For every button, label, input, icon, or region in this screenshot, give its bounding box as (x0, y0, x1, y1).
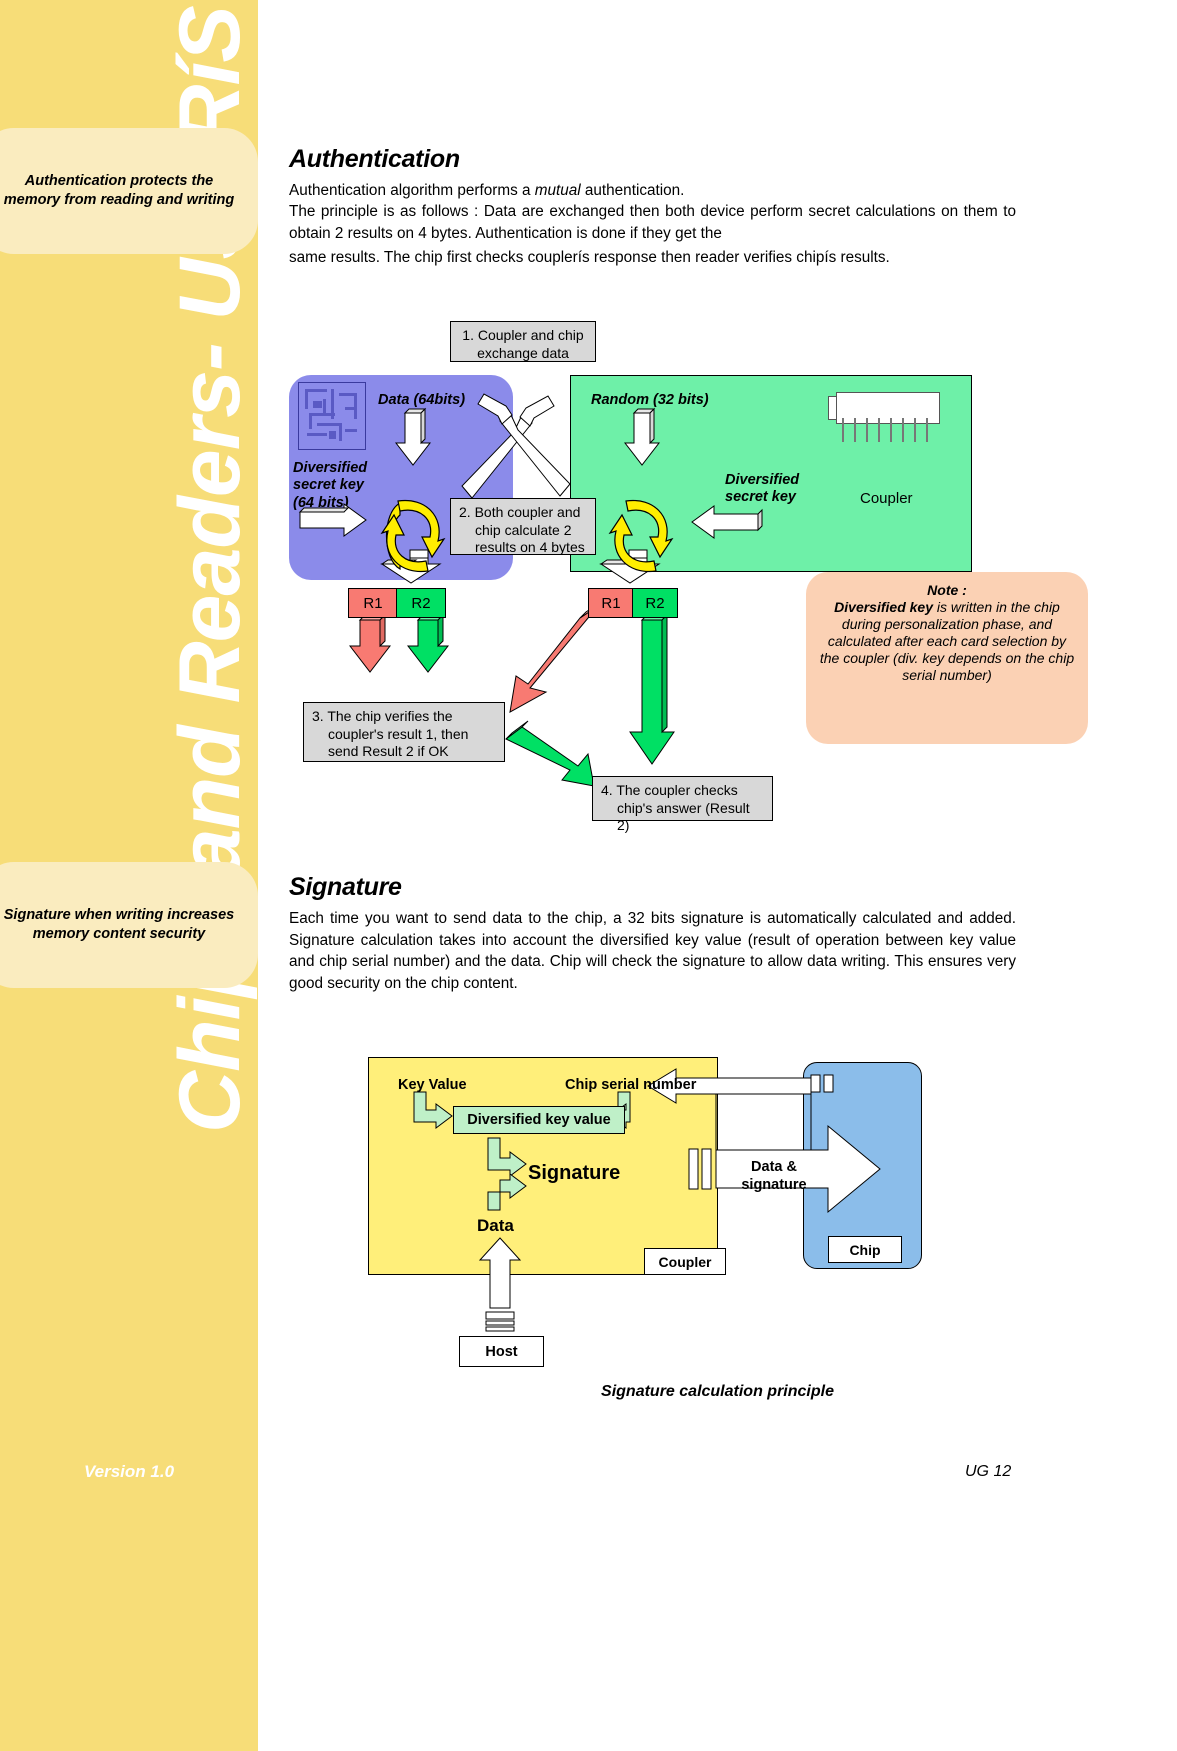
paragraph-auth-3: same results. The chip first checks coup… (289, 249, 890, 266)
signature-diagram-caption: Signature calculation principle (601, 1383, 834, 1400)
paragraph-signature: Each time you want to send data to the c… (289, 910, 1016, 993)
heading-authentication: Authentication (289, 145, 460, 173)
arrow-coupler-r2-down (629, 613, 675, 765)
note-box: Note : Diversified key is written in the… (806, 572, 1088, 744)
callout-signature: Signature when writing increases memory … (0, 862, 258, 988)
coupler-result-2-box: R2 (632, 588, 678, 618)
label-data-and-signature-l1: Data & (751, 1159, 797, 1175)
step-4-callout-text: 4. The coupler checks chip's answer (Res… (601, 782, 750, 833)
chip-result-2-box: R2 (396, 588, 446, 618)
label-data: Data (477, 1216, 514, 1235)
diversified-key-value-box: Diversified key value (453, 1106, 625, 1134)
paragraph-auth-1-post: authentication. (580, 182, 685, 199)
callout-authentication-text: Authentication protects the memory from … (3, 172, 235, 208)
heading-signature: Signature (289, 873, 402, 901)
callout-authentication: Authentication protects the memory from … (0, 128, 258, 254)
arrow-divkey-coupler-left (691, 505, 763, 539)
arrow-chip-result-to-coupler (505, 720, 595, 787)
arrow-signature-curve-lower (487, 1173, 527, 1211)
label-data-and-signature: Data & signature (726, 1158, 822, 1194)
signature-coupler-label: Coupler (644, 1248, 726, 1275)
authentication-diagram: Data (64bits) Random (32 bits) Diversifi… (258, 300, 1177, 845)
footer-version: Version 1.0 (83, 1462, 175, 1481)
cycle-arrow-chip (380, 499, 446, 573)
label-key-value: Key Value (398, 1077, 467, 1093)
arrow-chip-r1-down (348, 613, 392, 673)
arrow-exchange-cross (461, 393, 571, 499)
sidebar: Chips and Readers- USERíS GUIDE Authenti… (0, 0, 258, 1751)
step-4-callout: 4. The coupler checks chip's answer (Res… (592, 776, 773, 833)
paragraph-auth-1-emphasis: mutual (534, 182, 581, 199)
coupler-result-1-box: R1 (588, 588, 634, 618)
label-signature: Signature (528, 1162, 621, 1184)
label-data-and-signature-l2: signature (741, 1177, 807, 1194)
paragraph-auth-2: The principle is as follows : Data are e… (289, 203, 1016, 242)
main-content: Authentication Authentication algorithm … (258, 0, 1177, 1751)
label-chip-serial-number: Chip serial number (565, 1077, 697, 1093)
chip-result-1-box: R1 (348, 588, 398, 618)
step-3-callout: 3. The chip verifies the coupler's resul… (303, 702, 505, 762)
arrow-signature-curve-upper (487, 1137, 527, 1177)
signature-chip-label: Chip (828, 1236, 902, 1263)
step-3-callout-text: 3. The chip verifies the coupler's resul… (312, 708, 469, 759)
signature-host-box: Host (459, 1336, 544, 1367)
note-title: Note : (927, 582, 967, 598)
arrow-host-data-up (478, 1237, 522, 1309)
step-1-callout: 1. Coupler and chip exchange data (450, 321, 596, 362)
arrow-divkey-chip-right (298, 503, 367, 537)
chip-contact-pads-icon (810, 1074, 834, 1093)
arrow-random-down (623, 407, 661, 466)
arrow-key-value-curve (413, 1091, 453, 1129)
callout-signature-text: Signature when writing increases memory … (3, 906, 235, 942)
arrow-chip-r2-down (406, 613, 450, 673)
paragraph-auth-1-pre: Authentication algorithm performs a (289, 182, 535, 199)
step-2-callout-text: 2. Both coupler and chip calculate 2 res… (459, 504, 585, 555)
host-connector-icon (485, 1311, 515, 1332)
note-bold-term: Diversified key (834, 599, 933, 616)
coupler-antenna-bars-icon (688, 1148, 712, 1190)
paragraph-auth-1: Authentication algorithm performs a mutu… (289, 180, 1016, 202)
arrow-data-down (394, 407, 432, 466)
signature-connector-lines (715, 1094, 812, 1150)
step-2-callout: 2. Both coupler and chip calculate 2 res… (450, 498, 596, 555)
cycle-arrow-coupler (608, 499, 674, 573)
